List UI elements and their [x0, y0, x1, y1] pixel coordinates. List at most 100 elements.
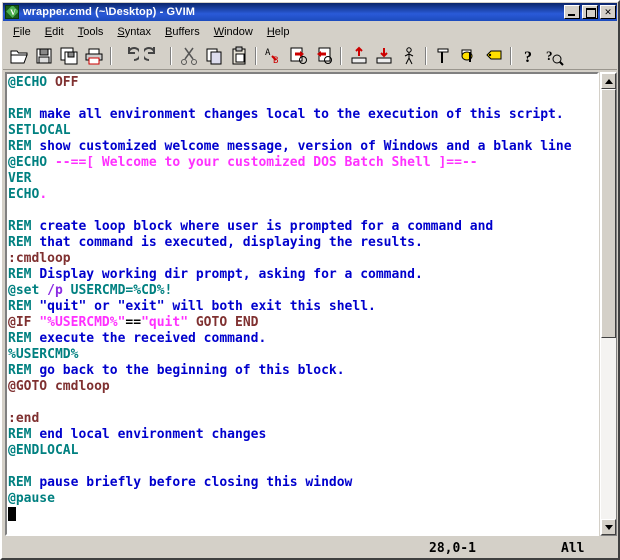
buffer-lines: @ECHO OFF REM make all environment change… [8, 74, 597, 523]
save-session-button[interactable] [371, 44, 396, 68]
undo-button[interactable] [116, 44, 141, 68]
code-token: @ENDLOCAL [8, 443, 79, 458]
status-line: 28,0-1 All [5, 538, 617, 558]
menu-item-edit[interactable]: Edit [38, 24, 71, 40]
maximize-button[interactable] [582, 5, 598, 19]
text-cursor [8, 507, 16, 521]
code-token: @pause [8, 491, 55, 506]
code-token: make all environment changes local to th… [39, 107, 564, 122]
find-next-icon [290, 47, 307, 64]
copy-button[interactable] [201, 44, 226, 68]
code-token: REM [8, 219, 40, 234]
save-all-icon [60, 47, 77, 64]
close-button[interactable]: ✕ [600, 5, 616, 19]
code-token: Display working dir prompt, asking for a… [39, 267, 423, 282]
menu-item-tools[interactable]: Tools [71, 24, 111, 40]
code-line: @IF "%USERCMD%"=="quit" GOTO END [8, 315, 597, 331]
make-hammer-button[interactable] [431, 44, 456, 68]
code-token: REM [8, 235, 40, 250]
code-token: :end [8, 411, 40, 426]
window-title: wrapper.cmd (~\Desktop) - GVIM [23, 6, 196, 18]
scrollbar-track[interactable] [601, 89, 616, 519]
code-token: create loop block where user is prompted… [39, 219, 494, 234]
title-bar: V wrapper.cmd (~\Desktop) - GVIM ✕ [3, 3, 617, 21]
code-line: VER [8, 171, 597, 187]
code-line: :cmdloop [8, 251, 597, 267]
cut-button[interactable] [176, 44, 201, 68]
code-token: VER [8, 171, 32, 186]
code-line: SETLOCAL [8, 123, 597, 139]
toolbar-separator [255, 46, 257, 65]
menu-item-window[interactable]: Window [207, 24, 260, 40]
find-next-button[interactable] [286, 44, 311, 68]
scroll-down-icon[interactable] [601, 519, 616, 535]
gvim-window: V wrapper.cmd (~\Desktop) - GVIM ✕ File E… [0, 0, 620, 560]
find-replace-icon: AB [265, 48, 278, 66]
scrollbar-thumb[interactable] [601, 89, 616, 339]
code-line: %USERCMD% [8, 347, 597, 363]
code-token: @GOTO cmdloop [8, 379, 110, 394]
code-line: REM execute the received command. [8, 331, 597, 347]
code-line: REM "quit" or "exit" will both exit this… [8, 299, 597, 315]
scroll-up-icon[interactable] [601, 73, 616, 89]
menu-item-help[interactable]: Help [260, 24, 297, 40]
toolbar-separator [170, 46, 172, 65]
toolbar-separator [340, 46, 342, 65]
scroll-percent: All [561, 540, 585, 556]
paste-button[interactable] [226, 44, 251, 68]
code-token: ECHO [8, 187, 40, 202]
cut-icon [180, 47, 197, 65]
code-token: OFF [54, 75, 79, 90]
menu-item-file[interactable]: File [6, 24, 38, 40]
help-question-button[interactable]: ? [516, 44, 541, 68]
find-prev-button[interactable] [311, 44, 336, 68]
jump-tag-button[interactable] [481, 44, 506, 68]
vim-logo-icon: V [5, 5, 19, 19]
toolbar-separator [110, 46, 112, 65]
load-session-button[interactable] [346, 44, 371, 68]
code-line [8, 507, 597, 523]
print-button[interactable] [81, 44, 106, 68]
code-line: REM end local environment changes [8, 427, 597, 443]
menu-item-syntax[interactable]: Syntax [110, 24, 158, 40]
redo-button[interactable] [141, 44, 166, 68]
code-token: GOTO END [188, 315, 259, 330]
find-prev-icon [316, 47, 332, 64]
vertical-scrollbar[interactable] [600, 72, 617, 536]
open-file-button[interactable] [6, 44, 31, 68]
code-line: @ECHO OFF [8, 75, 597, 91]
help-question-icon: ? [524, 49, 532, 66]
menu-item-buffers[interactable]: Buffers [158, 24, 207, 40]
help-search-button[interactable]: ? [541, 44, 566, 68]
svg-text:?: ? [546, 48, 553, 63]
svg-text:?: ? [524, 49, 532, 66]
save-all-button[interactable] [56, 44, 81, 68]
redo-icon [143, 46, 155, 61]
code-token: REM [8, 331, 40, 346]
code-token: go back to the beginning of this block. [39, 363, 345, 378]
code-token: REM [8, 475, 40, 490]
code-token: end local environment changes [39, 427, 267, 442]
jump-tag-icon [485, 50, 501, 59]
find-replace-button[interactable]: AB [261, 44, 286, 68]
code-token: "quit" or "exit" will both exit this she… [39, 299, 376, 314]
code-token: "quit" [141, 315, 189, 330]
code-token: . [39, 187, 48, 202]
build-tags-button[interactable] [456, 44, 481, 68]
text-buffer[interactable]: @ECHO OFF REM make all environment change… [5, 72, 599, 536]
undo-icon [127, 46, 139, 61]
editor-area: @ECHO OFF REM make all environment change… [5, 72, 617, 536]
print-icon [85, 48, 102, 64]
code-token: REM [8, 267, 40, 282]
svg-text:A: A [265, 48, 271, 58]
code-token: %USERCMD% [8, 347, 79, 362]
code-token: @ECHO [8, 75, 55, 90]
close-icon: ✕ [604, 7, 612, 17]
save-file-button[interactable] [31, 44, 56, 68]
run-script-button[interactable] [396, 44, 421, 68]
code-token: @set [8, 283, 48, 298]
build-tags-icon [461, 49, 472, 62]
toolbar-separator [425, 46, 427, 65]
minimize-button[interactable] [564, 5, 580, 19]
